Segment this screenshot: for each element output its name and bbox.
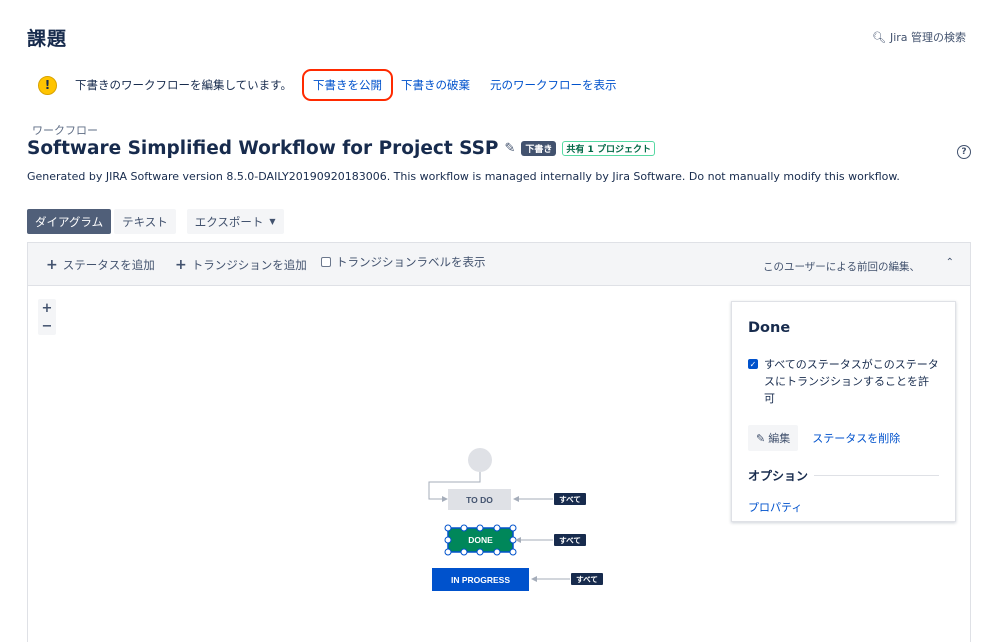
workflow-name: Software Simplified Workflow for Project…	[27, 138, 499, 159]
show-labels-toggle[interactable]: トランジションラベルを表示	[321, 254, 486, 270]
draft-bar: ! 下書きのワークフローを編集しています。 下書きを公開 下書きの破棄 元のワー…	[38, 69, 637, 101]
zoom-controls: + −	[38, 299, 56, 335]
edit-button-label: 編集	[768, 432, 791, 445]
admin-search-link[interactable]: 🔍︎ Jira 管理の検索	[872, 29, 966, 45]
resize-handle[interactable]	[460, 524, 468, 532]
resize-handle[interactable]	[444, 536, 452, 544]
resize-handle[interactable]	[444, 524, 452, 532]
allow-all-checkbox[interactable]: ✓	[748, 359, 758, 369]
view-tabs: ダイアグラム テキスト エクスポート ▼	[27, 209, 284, 234]
allow-all-label: すべてのステータスがこのステータスにトランジションすることを許可	[764, 358, 939, 405]
resize-handle[interactable]	[476, 548, 484, 556]
tab-diagram[interactable]: ダイアグラム	[27, 209, 112, 234]
properties-link[interactable]: プロパティ	[748, 501, 802, 514]
admin-search-label: Jira 管理の検索	[889, 31, 967, 44]
show-labels-checkbox[interactable]	[321, 257, 331, 267]
shared-badge[interactable]: 共有 1 プロジェクト	[562, 141, 655, 156]
start-node[interactable]	[468, 448, 492, 472]
add-transition-label: トランジションを追加	[191, 258, 307, 272]
resize-handle[interactable]	[509, 524, 517, 532]
page-title: 課題	[27, 28, 68, 50]
status-todo[interactable]: TO DO	[448, 489, 511, 510]
options-heading-label: オプション	[748, 469, 809, 483]
resize-handle[interactable]	[509, 548, 517, 556]
chevron-down-icon: ▼	[269, 217, 276, 226]
zoom-in-button[interactable]: +	[38, 299, 56, 317]
draft-badge: 下書き	[521, 141, 557, 156]
resize-handle[interactable]	[444, 548, 452, 556]
search-icon: 🔍︎	[872, 30, 886, 44]
status-done[interactable]: DONE	[444, 524, 517, 556]
view-original-link[interactable]: 元のワークフローを表示	[490, 77, 617, 93]
delete-status-link[interactable]: ステータスを削除	[812, 430, 900, 446]
draft-message: 下書きのワークフローを編集しています。	[75, 78, 293, 92]
publish-highlight: 下書きを公開	[302, 69, 394, 101]
discard-draft-link[interactable]: 下書きの破棄	[401, 77, 470, 93]
panel-actions: ✎ 編集 ステータスを削除	[748, 425, 939, 451]
tab-text[interactable]: テキスト	[114, 209, 176, 234]
resize-handle[interactable]	[509, 536, 517, 544]
workflow-title-row: Software Simplified Workflow for Project…	[27, 138, 655, 159]
last-edit-info: このユーザーによる前回の編集、	[763, 261, 920, 273]
editor-toolbar: + ステータスを追加 + トランジションを追加 トランジションラベルを表示 この…	[28, 243, 970, 286]
add-transition-button[interactable]: + トランジションを追加	[175, 257, 307, 273]
status-todo-label: TO DO	[466, 495, 493, 505]
resize-handle[interactable]	[493, 524, 501, 532]
all-badge-todo-label: すべて	[559, 495, 581, 504]
publish-draft-link[interactable]: 下書きを公開	[313, 78, 382, 92]
workflow-editor: + ステータスを追加 + トランジションを追加 トランジションラベルを表示 この…	[27, 242, 971, 642]
show-labels-label: トランジションラベルを表示	[336, 255, 486, 269]
status-in-progress-label: IN PROGRESS	[451, 575, 510, 585]
allow-all-option[interactable]: ✓ すべてのステータスがこのステータスにトランジションすることを許可	[748, 356, 939, 407]
add-status-label: ステータスを追加	[62, 258, 155, 272]
panel-title: Done	[748, 320, 791, 336]
resize-handle[interactable]	[493, 548, 501, 556]
export-dropdown[interactable]: エクスポート ▼	[186, 209, 284, 234]
status-properties-panel: Done ✓ すべてのステータスがこのステータスにトランジションすることを許可 …	[731, 301, 956, 522]
pencil-icon: ✎	[756, 431, 766, 445]
status-in-progress[interactable]: IN PROGRESS	[432, 568, 529, 591]
help-icon[interactable]: ?	[957, 145, 971, 159]
add-status-button[interactable]: + ステータスを追加	[46, 257, 155, 273]
options-heading: オプション	[748, 467, 939, 484]
pencil-icon[interactable]: ✎	[505, 141, 516, 156]
divider	[814, 475, 939, 476]
warning-icon: !	[38, 75, 57, 95]
resize-handle[interactable]	[476, 524, 484, 532]
resize-handle[interactable]	[460, 548, 468, 556]
workflow-description: Generated by JIRA Software version 8.5.0…	[27, 170, 900, 183]
section-label: ワークフロー	[32, 124, 98, 137]
zoom-out-button[interactable]: −	[38, 317, 56, 335]
edit-button[interactable]: ✎ 編集	[748, 425, 799, 451]
plus-icon: +	[46, 257, 58, 273]
collapse-icon[interactable]: ⌃	[946, 257, 954, 268]
status-done-label: DONE	[468, 535, 493, 545]
export-label: エクスポート	[194, 214, 264, 229]
plus-icon: +	[175, 257, 187, 273]
all-badge-in-progress-label: すべて	[576, 575, 598, 584]
all-badge-done-label: すべて	[559, 536, 581, 545]
